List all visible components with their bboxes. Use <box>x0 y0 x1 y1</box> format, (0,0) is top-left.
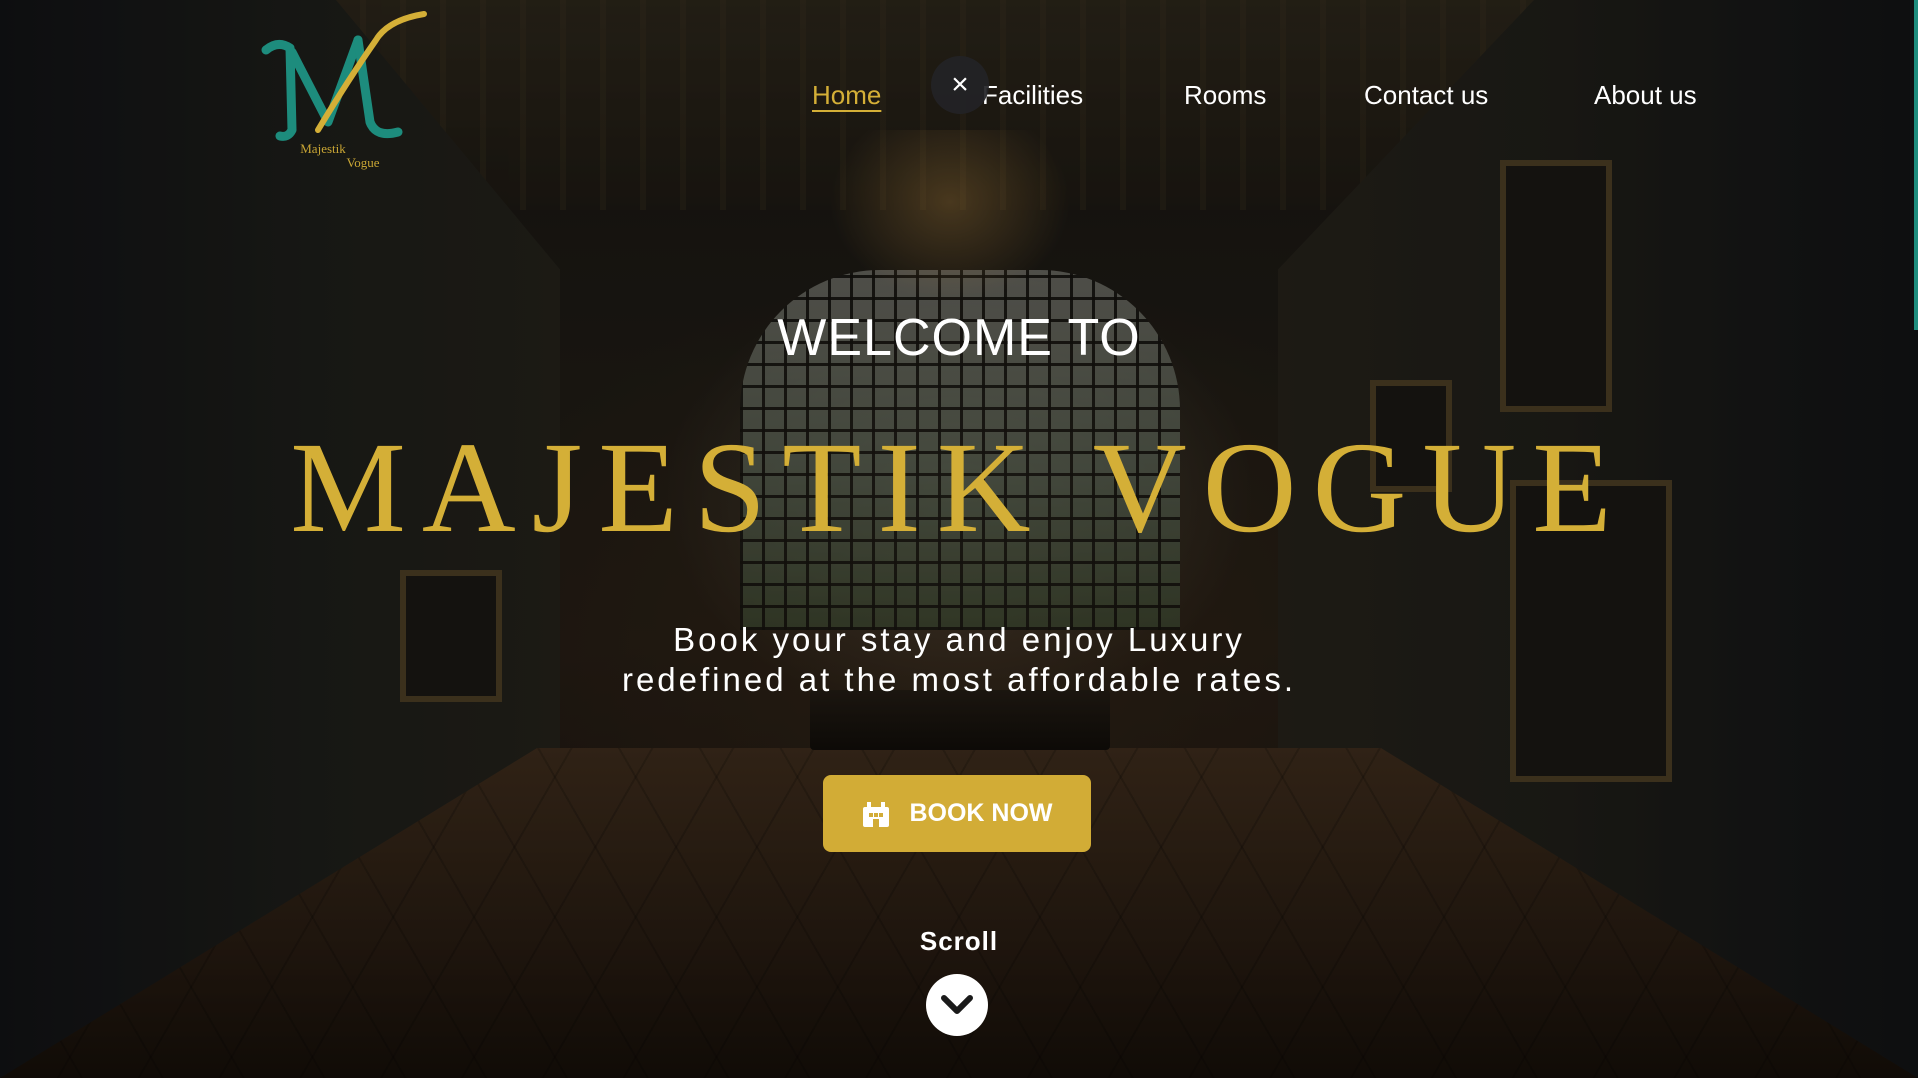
logo-wordmark: Majestik Vogue <box>258 142 428 170</box>
chevron-down-icon <box>941 995 973 1014</box>
book-now-label: BOOK NOW <box>909 799 1053 827</box>
nav-rooms[interactable]: Rooms <box>1184 80 1266 111</box>
book-now-button[interactable]: BOOK NOW <box>823 775 1091 852</box>
close-icon: × <box>951 68 969 101</box>
logo-line1: Majestik <box>300 141 346 156</box>
edge-accent <box>1914 0 1918 330</box>
nav-contact-us[interactable]: Contact us <box>1364 80 1488 111</box>
welcome-heading: WELCOME TO <box>777 309 1141 367</box>
logo-monogram-icon <box>261 11 427 141</box>
close-button[interactable]: × <box>931 56 989 114</box>
hero-tagline: Book your stay and enjoy Luxury redefine… <box>0 620 1918 700</box>
scroll-down-button[interactable] <box>926 974 988 1036</box>
tagline-line1: Book your stay and enjoy Luxury <box>673 621 1245 658</box>
site-logo[interactable]: Majestik Vogue <box>258 10 428 175</box>
logo-line2: Vogue <box>346 155 380 170</box>
hotel-icon <box>861 801 891 827</box>
nav-home[interactable]: Home <box>812 80 881 111</box>
nav-facilities[interactable]: Facilities <box>982 80 1083 111</box>
scroll-label: Scroll <box>919 926 999 956</box>
brand-title: MAJESTIK VOGUE <box>290 416 1628 560</box>
nav-about-us[interactable]: About us <box>1594 80 1697 111</box>
tagline-line2: redefined at the most affordable rates. <box>621 661 1297 698</box>
